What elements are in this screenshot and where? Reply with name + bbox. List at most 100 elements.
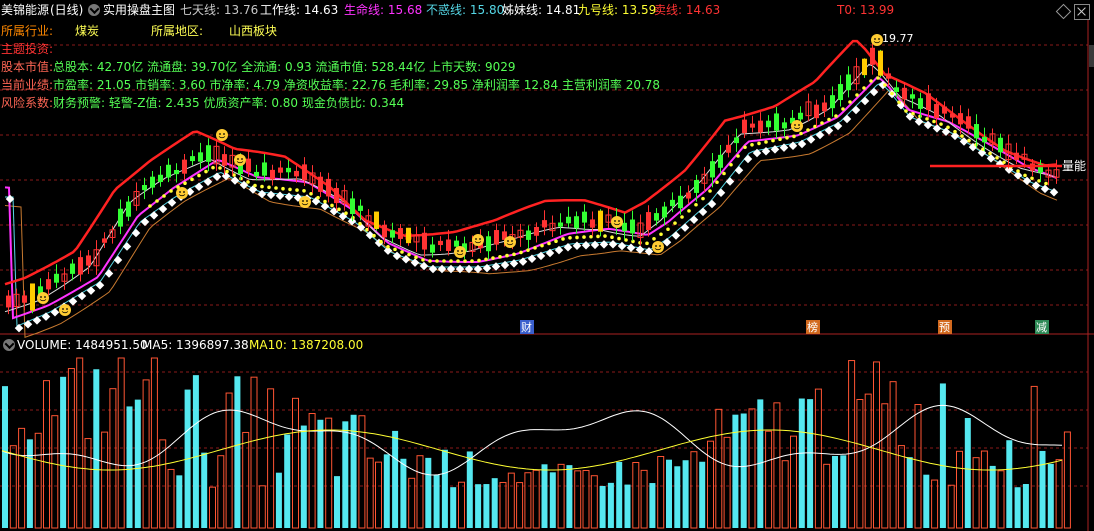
candle-body xyxy=(814,104,819,119)
volume-bar xyxy=(34,432,42,529)
candle-body xyxy=(390,230,395,238)
yellow-dot xyxy=(253,183,257,188)
candle-body xyxy=(206,145,211,162)
candle-body xyxy=(6,295,11,308)
dropdown-icon[interactable] xyxy=(88,4,100,16)
marker-text-2: 预 xyxy=(939,321,950,334)
volume-bar xyxy=(284,434,291,528)
volume-bar xyxy=(209,486,216,529)
volume-bar xyxy=(541,464,548,528)
indicator-item-1: 工作线: 14.63 xyxy=(260,3,339,17)
volume-bar xyxy=(1006,440,1013,528)
candle-body xyxy=(678,195,683,209)
yellow-dot xyxy=(267,185,271,190)
volume-bar xyxy=(1055,459,1063,529)
yellow-dot xyxy=(456,259,460,263)
yellow-dot xyxy=(645,241,649,246)
indicator-name[interactable]: 实用操盘主图 xyxy=(103,3,175,17)
diamond-dot xyxy=(923,120,933,130)
diamond-dot xyxy=(680,223,690,232)
candle-body xyxy=(942,106,947,114)
candle-body xyxy=(526,230,531,240)
volume-bar xyxy=(599,485,606,528)
volume-bar xyxy=(383,454,390,528)
volume-bar xyxy=(773,402,781,529)
diamond-dot xyxy=(266,190,276,200)
volume-menu-icon[interactable] xyxy=(3,339,15,351)
candle-body xyxy=(118,208,123,227)
industry-row: 所属行业: 煤炭 所属地区: 山西板块 xyxy=(1,24,277,38)
volume-bar xyxy=(76,357,84,529)
stock-name[interactable]: 美锦能源 xyxy=(1,3,49,17)
candle-body xyxy=(798,112,803,120)
yellow-dot xyxy=(442,259,446,263)
volume-bar xyxy=(2,386,8,528)
yellow-dot xyxy=(512,252,516,257)
diamond-dot xyxy=(14,323,24,333)
diamond-dot xyxy=(833,121,843,131)
volume-bar xyxy=(117,357,125,529)
yellow-dot xyxy=(820,121,824,125)
diamond-dot xyxy=(671,231,681,240)
volume-bar xyxy=(1063,431,1071,529)
diamond-dot xyxy=(437,264,447,274)
volume-bar xyxy=(483,484,490,528)
yellow-dot xyxy=(400,250,404,254)
yellow-dot xyxy=(302,189,306,193)
yellow-dot xyxy=(729,162,733,167)
volume-bar xyxy=(300,425,307,528)
candle-body xyxy=(542,220,547,228)
yellow-dot xyxy=(323,199,327,204)
volume-bar xyxy=(590,475,598,529)
candle-body xyxy=(822,102,827,112)
diamond-dot xyxy=(1049,188,1059,197)
diamond-dot xyxy=(149,211,159,220)
candle-body xyxy=(846,74,851,91)
smiley-icon xyxy=(611,216,623,228)
diamond-dot xyxy=(590,240,600,250)
yellow-dot xyxy=(848,100,852,104)
volume-bar xyxy=(640,469,648,529)
yellow-dot xyxy=(694,202,698,207)
expand-icon[interactable] xyxy=(1055,3,1072,20)
volume-bar xyxy=(26,439,33,528)
yellow-dot xyxy=(155,199,159,203)
volume-ma10: MA10: 1387208.00 xyxy=(249,338,364,352)
diamond-dot xyxy=(599,240,609,249)
equity-row: 股本市值:总股本: 42.70亿 流通盘: 39.70亿 全流通: 0.93 流… xyxy=(1,60,516,74)
ma-orange-line xyxy=(4,89,1058,338)
yellow-dot xyxy=(211,165,215,170)
yellow-dot xyxy=(554,239,558,243)
volume-bar xyxy=(201,452,208,528)
candle-body xyxy=(950,113,955,118)
candle-body xyxy=(718,154,723,168)
diamond-dot xyxy=(95,280,105,290)
volume-bar xyxy=(375,461,382,529)
yellow-dot xyxy=(386,244,390,249)
scrollbar-handle[interactable] xyxy=(1089,45,1094,67)
candle-body xyxy=(886,73,891,79)
candle-body xyxy=(262,162,267,176)
period-label[interactable]: (日线) xyxy=(50,3,83,17)
marker-text-0: 财 xyxy=(521,320,532,334)
smiley-icon xyxy=(216,129,228,141)
candle-body xyxy=(934,104,939,119)
candle-body xyxy=(838,84,843,101)
volume-bar xyxy=(699,461,706,528)
close-icon[interactable] xyxy=(1074,4,1090,20)
diamond-dot xyxy=(716,188,726,197)
diamond-dot xyxy=(851,105,861,115)
candle-body xyxy=(286,167,291,173)
smiley-icon xyxy=(504,236,516,248)
candle-body xyxy=(398,228,403,239)
yellow-dot xyxy=(939,122,943,126)
candle-body xyxy=(686,192,691,199)
candle-body xyxy=(926,93,931,111)
yellow-dot xyxy=(344,211,348,216)
yellow-dot xyxy=(1002,160,1006,165)
candle-body xyxy=(998,137,1003,153)
volume-bar xyxy=(632,461,640,529)
candle-body xyxy=(142,185,147,191)
diamond-dot xyxy=(518,257,528,266)
diamond-dot xyxy=(41,312,51,321)
